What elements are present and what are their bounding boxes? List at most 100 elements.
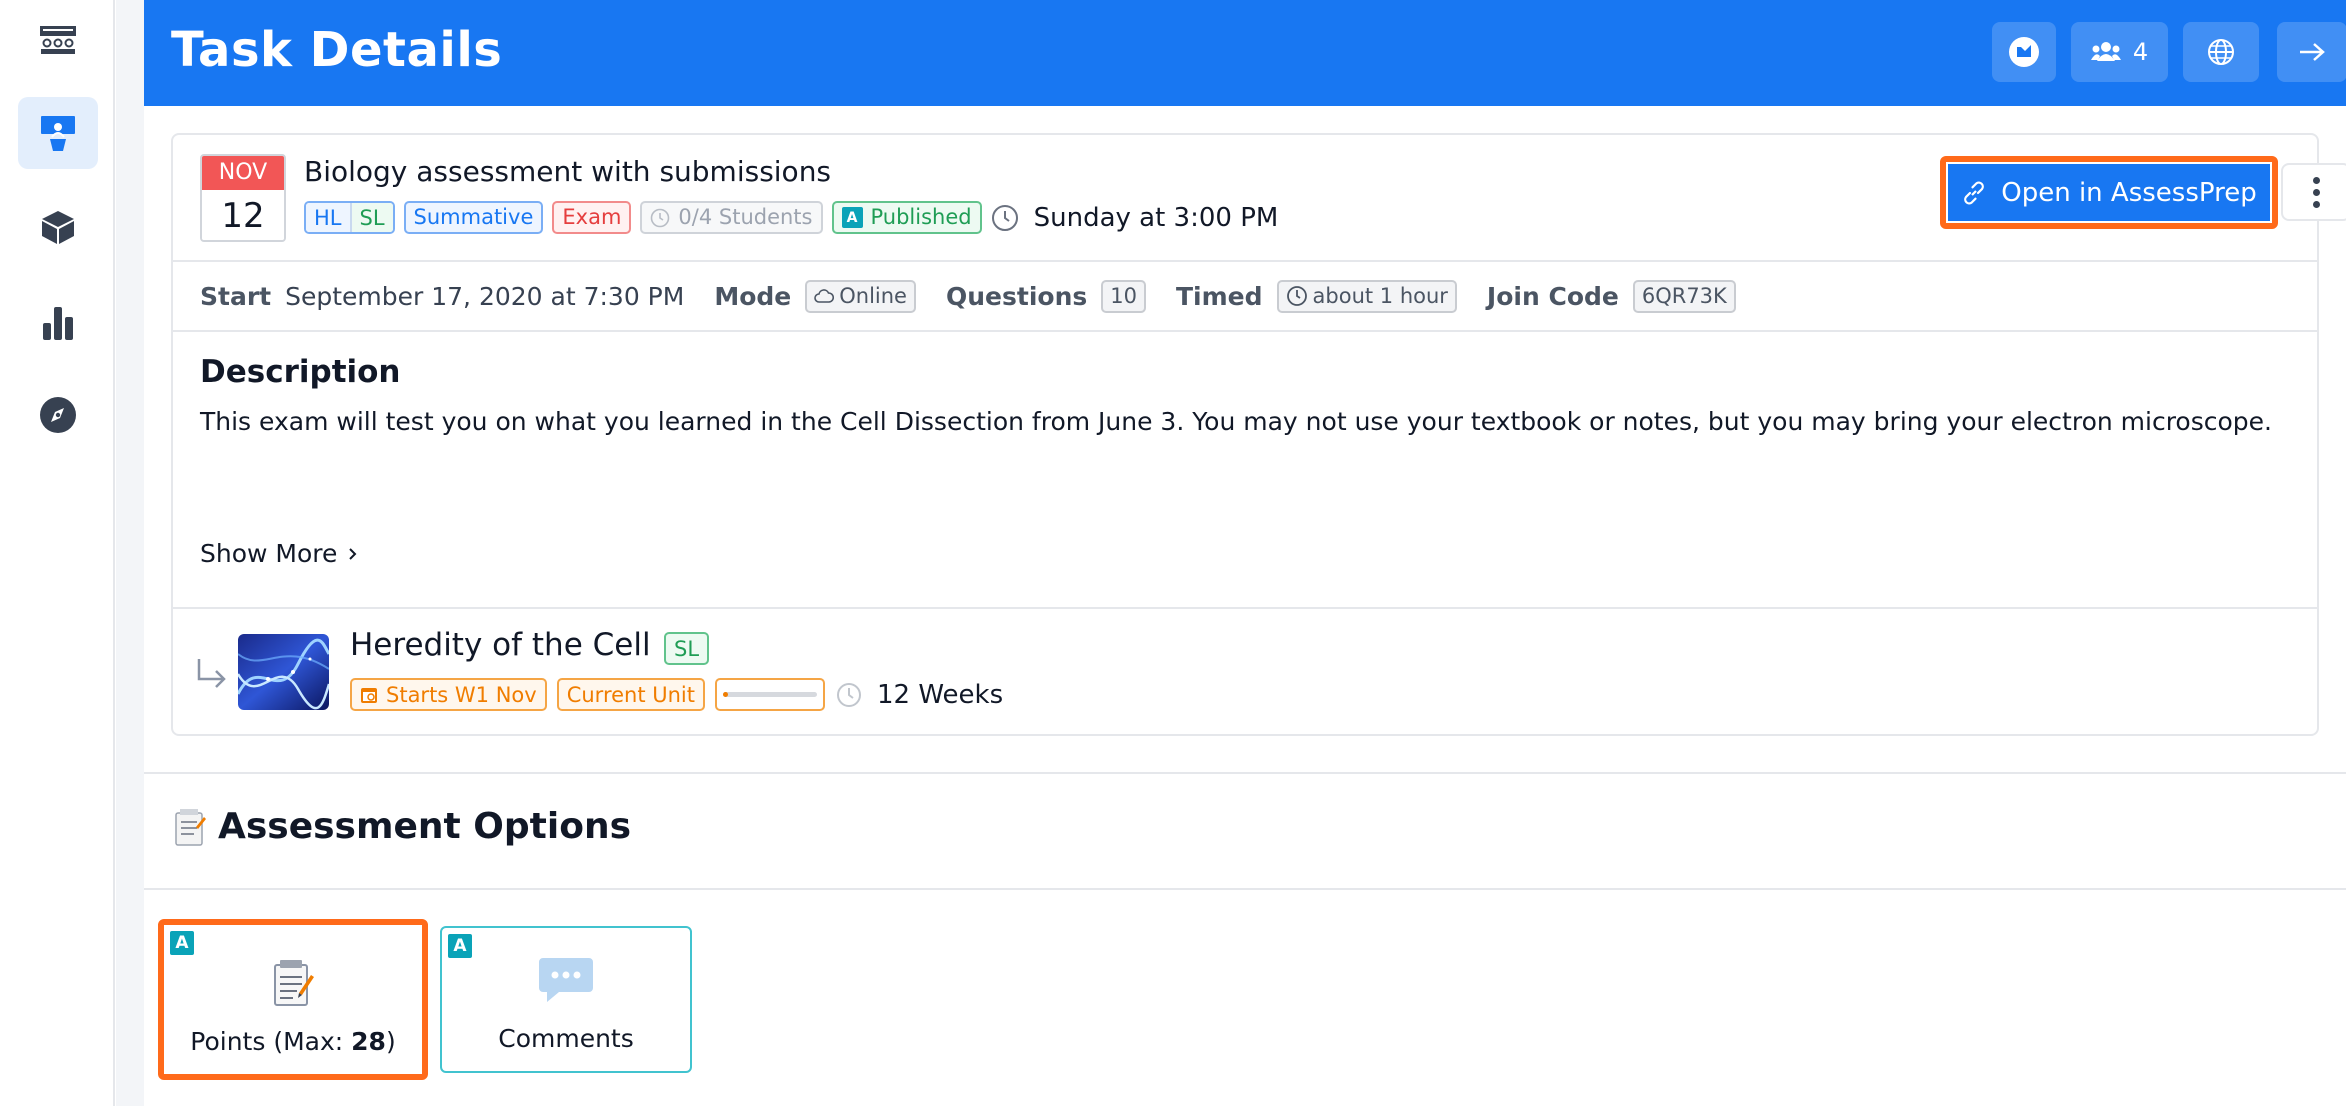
- questions-label: Questions: [945, 281, 1088, 311]
- task-title[interactable]: Biology assessment with submissions: [304, 155, 831, 188]
- chat-icon: [2009, 37, 2039, 67]
- task-card: NOV 12 Biology assessment with submissio…: [171, 133, 2346, 736]
- duration-clock-icon: [837, 682, 861, 707]
- summative-tag: Summative: [403, 201, 544, 234]
- mode-label: Mode: [714, 281, 792, 311]
- start-label: Start: [200, 281, 272, 311]
- notepad-icon: [175, 808, 206, 846]
- description-text: This exam will test you on what you lear…: [200, 407, 2272, 436]
- sub-arrow-icon: [197, 659, 226, 688]
- points-prefix: Points (Max:: [190, 1027, 352, 1056]
- classroom-icon: [40, 26, 76, 54]
- header: Task Details 4: [144, 0, 2346, 106]
- join-code-label: Join Code: [1486, 281, 1619, 311]
- timer-icon: [1286, 286, 1307, 306]
- unit-level-tag: SL: [664, 632, 710, 665]
- progress-fill: [723, 692, 728, 697]
- start-value: September 17, 2020 at 7:30 PM: [285, 281, 685, 311]
- content-area: NOV 12 Biology assessment with submissio…: [144, 106, 2346, 1106]
- language-button[interactable]: [2183, 22, 2259, 82]
- sidebar-explore-icon[interactable]: [18, 379, 98, 451]
- section-divider: [144, 888, 2346, 890]
- date-day: 12: [202, 190, 284, 240]
- unit-thumbnail: [238, 634, 329, 710]
- close-panel-button[interactable]: [2277, 22, 2346, 82]
- assessprep-badge: A: [448, 934, 472, 958]
- compass-icon: [40, 397, 76, 433]
- calendar-icon: [361, 687, 377, 703]
- open-button-label: Open in AssessPrep: [2001, 177, 2257, 208]
- timed-value: about 1 hour: [1312, 284, 1448, 308]
- open-button-highlight: Open in AssessPrep: [1940, 156, 2278, 229]
- sidebar-classroom-icon[interactable]: [18, 5, 98, 77]
- participants-count: 4: [2132, 38, 2149, 66]
- comments-option-card[interactable]: A Comments: [440, 926, 692, 1073]
- speech-bubble-icon: [539, 958, 593, 1002]
- mode-value: Online: [839, 284, 907, 308]
- assessment-options-header: Assessment Options: [172, 806, 631, 847]
- cube-icon: [42, 211, 74, 244]
- points-suffix: ): [385, 1027, 396, 1056]
- main-panel: Task Details 4 NOV 12 Biology assessment…: [116, 0, 2346, 1106]
- chat-button[interactable]: [1992, 22, 2056, 82]
- show-more-link[interactable]: Show More: [200, 539, 359, 568]
- points-option-card[interactable]: A Points (Max: 28): [158, 919, 428, 1080]
- questions-value: 10: [1101, 279, 1146, 313]
- sidebar-teach-icon[interactable]: [18, 97, 98, 169]
- task-meta-row: Start September 17, 2020 at 7:30 PM Mode…: [173, 260, 2317, 332]
- presentation-icon: [41, 116, 75, 151]
- date-month: NOV: [202, 156, 284, 190]
- cloud-icon: [814, 289, 835, 303]
- due-date: Sunday at 3:00 PM: [1033, 202, 1279, 233]
- show-more-label: Show More: [200, 539, 338, 568]
- comments-label: Comments: [498, 1024, 634, 1053]
- more-dot: [2312, 200, 2320, 208]
- current-unit-tag: Current Unit: [556, 678, 705, 711]
- timed-pill: about 1 hour: [1276, 279, 1457, 313]
- published-tag: A Published: [831, 201, 982, 234]
- bar-chart-icon: [43, 307, 73, 340]
- description-title: Description: [200, 354, 401, 390]
- assessprep-badge: A: [841, 207, 863, 228]
- students-count: 0/4 Students: [678, 205, 813, 229]
- points-label: Points (Max: 28): [190, 1027, 395, 1056]
- assessprep-badge: A: [170, 931, 194, 955]
- users-icon: [2090, 42, 2121, 61]
- chevron-right-icon: [349, 547, 357, 560]
- due-clock-icon: [991, 204, 1018, 231]
- more-options-button[interactable]: [2281, 163, 2346, 221]
- sidebar-cube-icon[interactable]: [18, 191, 98, 263]
- globe-icon: [2208, 39, 2234, 65]
- mode-pill: Online: [805, 279, 916, 313]
- unit-start-tag: Starts W1 Nov: [350, 678, 547, 711]
- published-label: Published: [870, 205, 972, 229]
- more-dot: [2312, 188, 2320, 196]
- unit-start-label: Starts W1 Nov: [386, 682, 537, 707]
- page-title: Task Details: [171, 22, 503, 78]
- clock-icon: [651, 208, 670, 227]
- exam-tag: Exam: [552, 201, 632, 234]
- task-tags: HL SL Summative Exam 0/4 Students A Publ…: [304, 201, 1278, 234]
- unit-row[interactable]: Heredity of the Cell SL Starts W1 Nov Cu…: [173, 607, 2317, 736]
- participants-button[interactable]: 4: [2071, 22, 2168, 82]
- sidebar-analytics-icon[interactable]: [18, 287, 98, 359]
- unit-duration: 12 Weeks: [877, 679, 1004, 710]
- assessment-options-title: Assessment Options: [218, 806, 631, 847]
- open-in-assessprep-button[interactable]: Open in AssessPrep: [1946, 162, 2272, 223]
- join-code-value[interactable]: 6QR73K: [1632, 279, 1736, 313]
- points-max: 28: [351, 1027, 386, 1056]
- students-tag[interactable]: 0/4 Students: [640, 201, 823, 234]
- hl-tag: HL: [306, 203, 352, 232]
- sl-tag: SL: [351, 203, 393, 232]
- level-tag: HL SL: [304, 201, 395, 234]
- dna-image: [238, 634, 329, 710]
- link-icon: [1964, 181, 1985, 204]
- progress-track: [723, 692, 817, 697]
- unit-tags: Starts W1 Nov Current Unit 12 Weeks: [350, 678, 1003, 711]
- more-dot: [2312, 176, 2320, 184]
- arrow-right-icon: [2300, 43, 2325, 61]
- points-notepad-icon: [274, 960, 314, 1006]
- sidebar: [0, 0, 115, 1106]
- timed-label: Timed: [1175, 281, 1263, 311]
- unit-title[interactable]: Heredity of the Cell: [350, 627, 651, 663]
